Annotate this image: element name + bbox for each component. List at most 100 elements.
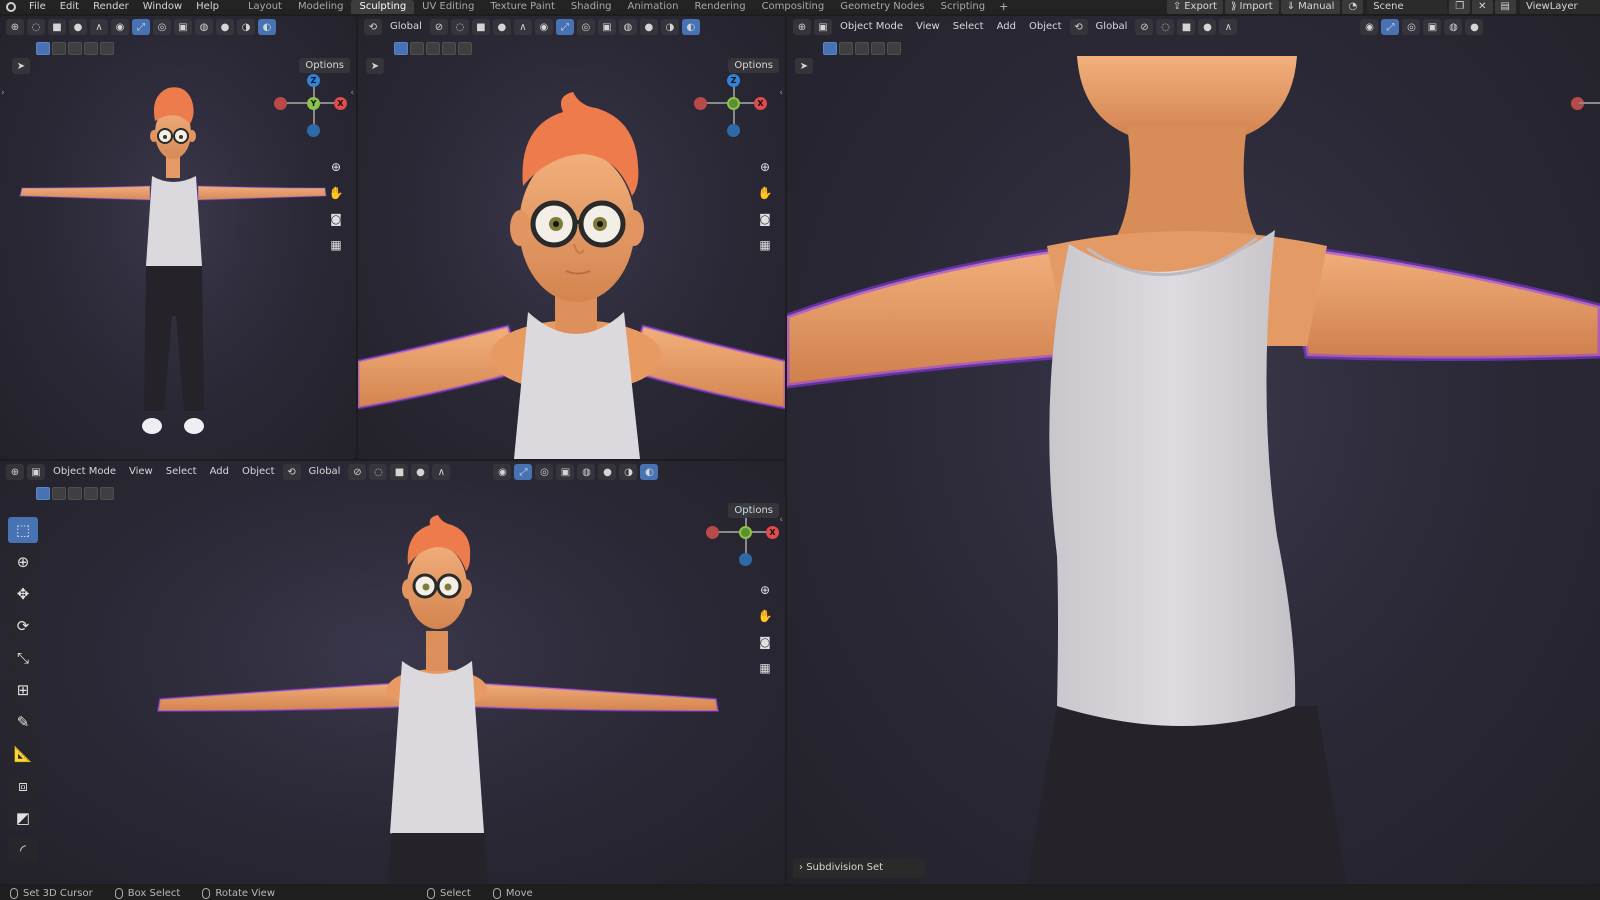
tab-compositing[interactable]: Compositing [754, 0, 833, 14]
zoom-icon[interactable]: ⊕ [754, 579, 776, 601]
annotate-tool[interactable]: ✎ [8, 709, 38, 735]
shading-material-button[interactable]: ◑ [660, 19, 679, 35]
viewport-torso-closeup[interactable]: ⊕ ▣ Object Mode View Select Add Object ⟲… [787, 16, 1600, 884]
select-subtract-button[interactable] [68, 42, 82, 55]
snap-button[interactable]: ◌ [1156, 19, 1175, 35]
camera-icon[interactable]: ◙ [325, 208, 347, 230]
visibility-button[interactable]: ◉ [111, 19, 129, 35]
extra-tool-1[interactable]: ◩ [8, 805, 38, 831]
overlay-button[interactable]: ◎ [1402, 19, 1421, 35]
falloff-button[interactable]: ∧ [432, 464, 451, 480]
select-new-button[interactable] [823, 42, 837, 55]
proportional-edit-button[interactable]: ● [492, 19, 511, 35]
gizmo-z-axis[interactable]: Z [307, 74, 320, 87]
snap-button[interactable]: ◌ [27, 19, 45, 35]
shading-rendered-button[interactable]: ◐ [681, 19, 700, 35]
select-box-tool[interactable]: ⬚ [8, 517, 38, 543]
visibility-button[interactable]: ◉ [493, 464, 512, 480]
tab-layout[interactable]: Layout [240, 0, 290, 14]
overlay-button[interactable]: ◎ [535, 464, 554, 480]
select-extend-button[interactable] [410, 42, 424, 55]
zoom-icon[interactable]: ⊕ [754, 156, 776, 178]
scale-tool[interactable]: ⤡ [8, 645, 38, 671]
options-dropdown[interactable]: Options [728, 503, 779, 518]
sidebar-toggle-icon[interactable]: ‹ [350, 88, 354, 98]
select-menu[interactable]: Select [161, 464, 202, 480]
gizmo-x-axis[interactable]: X [766, 526, 779, 539]
scene-selector-button[interactable]: ◔ [1342, 0, 1364, 14]
snap-target-button[interactable]: ■ [471, 19, 490, 35]
xray-button[interactable]: ▣ [174, 19, 192, 35]
menu-help[interactable]: Help [189, 0, 226, 14]
menu-file[interactable]: File [22, 0, 53, 14]
mode-icon-button[interactable]: ▣ [27, 464, 45, 480]
view-layer-field[interactable]: ViewLayer [1520, 0, 1600, 14]
object-menu[interactable]: Object [237, 464, 280, 480]
tab-rendering[interactable]: Rendering [686, 0, 753, 14]
menu-render[interactable]: Render [86, 0, 136, 14]
extra-tool-2[interactable]: ◜ [8, 837, 38, 863]
rotate-tool[interactable]: ⟳ [8, 613, 38, 639]
select-extend-button[interactable] [52, 42, 66, 55]
gizmo-neg-z-axis[interactable] [727, 124, 740, 137]
camera-icon[interactable]: ◙ [754, 208, 776, 230]
orientation-icon-button[interactable]: ⟲ [364, 19, 382, 35]
snap-target-button[interactable]: ■ [1177, 19, 1196, 35]
overlay-button[interactable]: ◎ [153, 19, 171, 35]
add-menu[interactable]: Add [992, 19, 1021, 35]
gizmo-neg-y-axis[interactable] [739, 526, 752, 539]
snap-button[interactable]: ◌ [450, 19, 469, 35]
gizmo-neg-x-axis[interactable] [694, 97, 707, 110]
select-intersect-button[interactable] [458, 42, 472, 55]
pivot-point-button[interactable]: ⊘ [348, 464, 367, 480]
import-button[interactable]: ⟫ Import [1224, 0, 1279, 14]
zoom-icon[interactable]: ⊕ [325, 156, 347, 178]
navigation-gizmo[interactable] [1571, 74, 1600, 144]
snap-target-button[interactable]: ■ [390, 464, 409, 480]
orientation-dropdown[interactable]: Global [1091, 19, 1133, 35]
falloff-button[interactable]: ∧ [1219, 19, 1238, 35]
select-new-button[interactable] [394, 42, 408, 55]
select-extend-button[interactable] [839, 42, 853, 55]
select-subtract-button[interactable] [855, 42, 869, 55]
shading-solid-button[interactable]: ● [598, 464, 617, 480]
mode-icon-button[interactable]: ▣ [814, 19, 832, 35]
cursor-tool[interactable]: ⊕ [8, 549, 38, 575]
editor-type-button[interactable]: ⊕ [6, 19, 24, 35]
snap-button[interactable]: ◌ [369, 464, 388, 480]
mode-dropdown[interactable]: Object Mode [48, 464, 121, 480]
shading-rendered-button[interactable]: ◐ [640, 464, 659, 480]
tab-modeling[interactable]: Modeling [290, 0, 352, 14]
export-button[interactable]: ⇪ Export [1166, 0, 1223, 14]
pivot-point-button[interactable]: ⊘ [1135, 19, 1154, 35]
gizmo-x-axis[interactable]: X [754, 97, 767, 110]
falloff-button[interactable]: ∧ [513, 19, 532, 35]
select-new-button[interactable] [36, 487, 50, 500]
gizmo-neg-x-axis[interactable] [274, 97, 287, 110]
grid-icon[interactable]: ▦ [754, 657, 776, 679]
options-dropdown[interactable]: Options [299, 58, 350, 73]
options-dropdown[interactable]: Options [728, 58, 779, 73]
pan-hand-icon[interactable]: ✋ [754, 605, 776, 627]
falloff-button[interactable]: ∧ [90, 19, 108, 35]
select-invert-button[interactable] [84, 487, 98, 500]
shading-material-button[interactable]: ◑ [237, 19, 255, 35]
object-menu[interactable]: Object [1024, 19, 1067, 35]
menu-window[interactable]: Window [136, 0, 189, 14]
tool-select-button[interactable]: ➤ [366, 58, 384, 74]
tab-texture-paint[interactable]: Texture Paint [482, 0, 563, 14]
select-extend-button[interactable] [52, 487, 66, 500]
shading-material-button[interactable]: ◑ [619, 464, 638, 480]
gizmo-z-axis[interactable]: Z [727, 74, 740, 87]
new-scene-button[interactable]: ❐ [1449, 0, 1471, 14]
tab-sculpting[interactable]: Sculpting [351, 0, 415, 14]
select-intersect-button[interactable] [100, 487, 114, 500]
navigation-gizmo[interactable]: Z Y X [274, 74, 354, 144]
gizmo-y-axis[interactable]: Y [307, 97, 320, 110]
delete-scene-button[interactable]: ✕ [1472, 0, 1493, 14]
viewport-front-wide[interactable]: ⊕ ▣ Object Mode View Select Add Object ⟲… [0, 461, 785, 884]
gizmo-neg-z-axis[interactable] [307, 124, 320, 137]
measure-tool[interactable]: 📐 [8, 741, 38, 767]
xray-button[interactable]: ▣ [556, 464, 575, 480]
gizmo-neg-z-axis[interactable] [739, 553, 752, 566]
